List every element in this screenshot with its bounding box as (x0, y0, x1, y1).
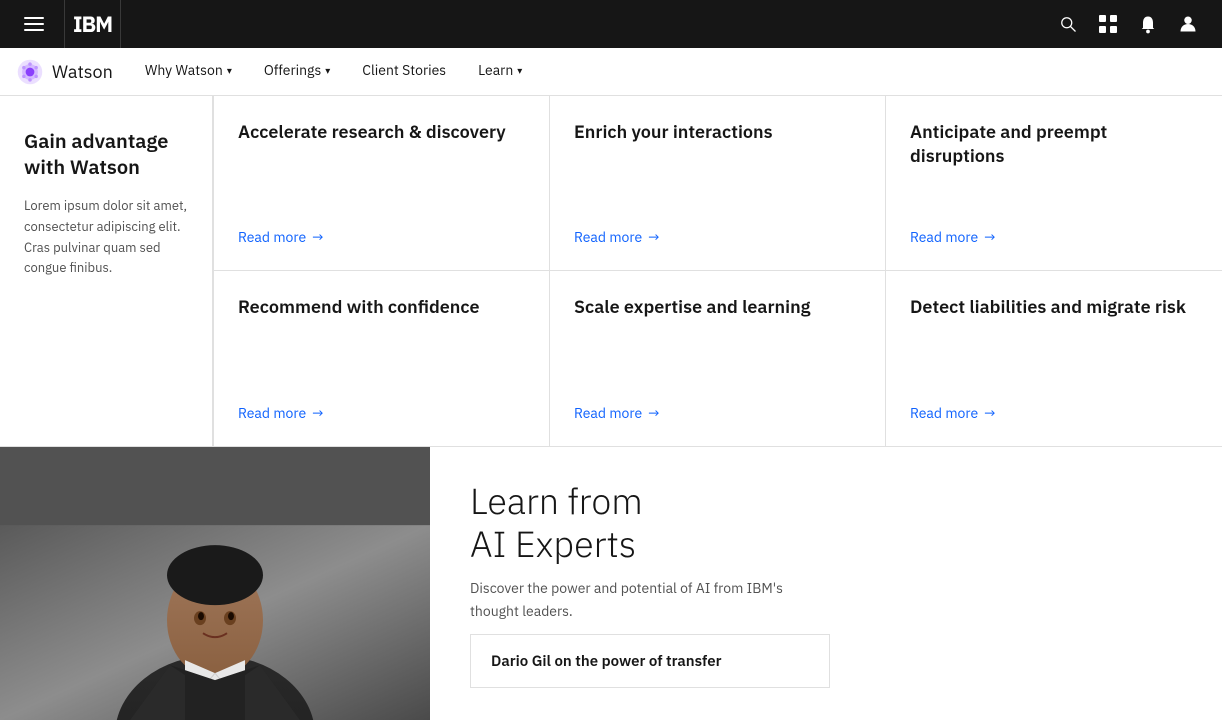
watson-icon (16, 58, 44, 86)
top-bar-icons (1050, 6, 1206, 42)
top-bar-left: IBM (16, 0, 121, 48)
gain-advantage-title: Gain advantage with Watson (24, 128, 188, 180)
notifications-button[interactable] (1130, 6, 1166, 42)
nav-item-why-watson[interactable]: Why Watson ▾ (129, 48, 248, 95)
read-more-link-accelerate[interactable]: Read more → (238, 228, 525, 246)
arrow-icon-accelerate: → (312, 228, 323, 246)
nav-item-offerings[interactable]: Offerings ▾ (248, 48, 346, 95)
chevron-down-icon-offerings: ▾ (325, 64, 330, 77)
read-more-link-recommend[interactable]: Read more → (238, 404, 525, 422)
grid-cell-enrich[interactable]: Enrich your interactions Read more → (550, 96, 886, 271)
nav-item-learn[interactable]: Learn ▾ (462, 48, 538, 95)
read-more-link-enrich[interactable]: Read more → (574, 228, 861, 246)
nav-items: Why Watson ▾ Offerings ▾ Client Stories … (129, 48, 538, 95)
arrow-icon-scale: → (648, 404, 659, 422)
read-more-label-enrich: Read more (574, 228, 642, 246)
grid-cell-scale[interactable]: Scale expertise and learning Read more → (550, 271, 886, 446)
user-button[interactable] (1170, 6, 1206, 42)
user-icon (1178, 14, 1198, 34)
cell-title-recommend: Recommend with confidence (238, 295, 525, 388)
bottom-section: Learn from AI Experts Discover the power… (0, 446, 1222, 720)
cell-title-detect: Detect liabilities and migrate risk (910, 295, 1198, 388)
left-panel: Gain advantage with Watson Lorem ipsum d… (0, 96, 213, 446)
menu-button[interactable] (16, 6, 52, 42)
ibm-logo[interactable]: IBM (64, 0, 121, 48)
search-icon (1058, 14, 1078, 34)
hamburger-icon (24, 14, 44, 34)
apps-icon (1098, 14, 1118, 34)
cell-title-accelerate: Accelerate research & discovery (238, 120, 525, 212)
grid-cell-detect[interactable]: Detect liabilities and migrate risk Read… (886, 271, 1222, 446)
watson-logo-nav[interactable]: Watson (16, 58, 113, 86)
search-button[interactable] (1050, 6, 1086, 42)
person-image (0, 447, 430, 720)
cell-title-scale: Scale expertise and learning (574, 295, 861, 388)
arrow-icon-detect: → (984, 404, 995, 422)
nav-label-why-watson: Why Watson (145, 61, 223, 79)
watson-nav-label: Watson (52, 60, 113, 83)
apps-button[interactable] (1090, 6, 1126, 42)
read-more-link-anticipate[interactable]: Read more → (910, 228, 1198, 246)
read-more-link-detect[interactable]: Read more → (910, 404, 1198, 422)
read-more-label-recommend: Read more (238, 404, 306, 422)
read-more-label-accelerate: Read more (238, 228, 306, 246)
nav-item-client-stories[interactable]: Client Stories (346, 48, 462, 95)
top-bar: IBM (0, 0, 1222, 48)
chevron-down-icon-learn: ▾ (517, 64, 522, 77)
read-more-link-scale[interactable]: Read more → (574, 404, 861, 422)
arrow-icon-anticipate: → (984, 228, 995, 246)
read-more-label-scale: Read more (574, 404, 642, 422)
expert-card[interactable]: Dario Gil on the power of transfer (470, 634, 830, 688)
nav-label-offerings: Offerings (264, 61, 321, 79)
main-content: Gain advantage with Watson Lorem ipsum d… (0, 96, 1222, 446)
nav-label-learn: Learn (478, 61, 513, 79)
learn-title-line1: Learn from (470, 477, 643, 524)
expert-name: Dario Gil on the power of transfer (491, 652, 721, 671)
learn-description: Discover the power and potential of AI f… (470, 577, 830, 622)
cell-title-enrich: Enrich your interactions (574, 120, 861, 212)
cell-title-anticipate: Anticipate and preempt disruptions (910, 120, 1198, 212)
read-more-label-detect: Read more (910, 404, 978, 422)
chevron-down-icon-why-watson: ▾ (227, 64, 232, 77)
grid-cell-recommend[interactable]: Recommend with confidence Read more → (214, 271, 550, 446)
grid-cell-anticipate[interactable]: Anticipate and preempt disruptions Read … (886, 96, 1222, 271)
gain-advantage-description: Lorem ipsum dolor sit amet, consectetur … (24, 196, 188, 279)
person-shape (0, 447, 430, 720)
grid-cell-accelerate[interactable]: Accelerate research & discovery Read mor… (214, 96, 550, 271)
learn-title-line2: AI Experts (470, 520, 636, 567)
nav-bar: Watson Why Watson ▾ Offerings ▾ Client S… (0, 48, 1222, 96)
learn-section: Learn from AI Experts Discover the power… (430, 447, 870, 720)
learn-title: Learn from AI Experts (470, 479, 830, 565)
bell-icon (1138, 14, 1158, 34)
nav-label-client-stories: Client Stories (362, 61, 446, 79)
arrow-icon-enrich: → (648, 228, 659, 246)
read-more-label-anticipate: Read more (910, 228, 978, 246)
arrow-icon-recommend: → (312, 404, 323, 422)
grid-area: Accelerate research & discovery Read mor… (213, 96, 1222, 446)
